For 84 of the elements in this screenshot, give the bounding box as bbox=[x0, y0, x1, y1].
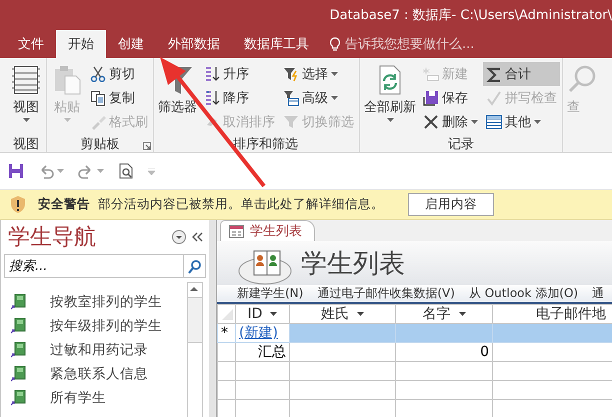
caret-icon bbox=[386, 118, 394, 122]
caret-icon bbox=[64, 118, 70, 122]
navigation-item[interactable]: 所有学生 bbox=[1, 386, 187, 410]
funnel-table-icon bbox=[283, 90, 299, 106]
print-preview-icon[interactable] bbox=[118, 163, 134, 179]
group-label: 视图 bbox=[13, 136, 39, 152]
enable-content-button[interactable]: 启用内容 bbox=[408, 193, 494, 216]
new-record-link[interactable]: (新建) bbox=[236, 324, 290, 342]
caret-icon bbox=[97, 169, 104, 173]
funnel-lightning-icon bbox=[283, 66, 299, 82]
lightbulb-icon bbox=[329, 36, 341, 52]
caret-icon bbox=[57, 169, 64, 173]
action-link[interactable]: 通过电子邮件收集数据(V) bbox=[317, 285, 455, 302]
navigation-item[interactable]: 紧急联系人信息 bbox=[1, 362, 187, 386]
sigma-icon bbox=[486, 66, 502, 82]
form-shortcut-icon bbox=[11, 390, 26, 406]
form-shortcut-icon bbox=[11, 294, 26, 310]
column-header[interactable]: 姓氏 bbox=[290, 304, 396, 324]
ribbon-button[interactable]: 选择 bbox=[280, 62, 357, 86]
action-link[interactable]: 从 Outlook 添加(O) bbox=[468, 285, 578, 302]
group-label: 记录 bbox=[448, 136, 474, 152]
navigation-item[interactable]: 按教室排列的学生 bbox=[1, 290, 187, 314]
search-field[interactable]: 搜索... bbox=[4, 254, 184, 278]
copy-icon bbox=[90, 90, 106, 106]
warning-title: 安全警告 bbox=[38, 196, 90, 213]
scrollbar[interactable] bbox=[187, 282, 203, 417]
group-label: 剪贴板 bbox=[80, 136, 120, 152]
delete-x-icon bbox=[423, 114, 439, 130]
table-icon bbox=[486, 114, 502, 130]
ribbon-large-button[interactable]: 视图 bbox=[8, 62, 44, 136]
total-cell: 汇总 bbox=[236, 342, 290, 362]
ribbon-button[interactable]: 升序 bbox=[201, 62, 278, 86]
ribbon-button[interactable]: 合计 bbox=[483, 62, 560, 86]
caret-icon bbox=[331, 72, 338, 76]
shield-warning-icon bbox=[10, 195, 26, 214]
dropdown-circle-icon[interactable] bbox=[172, 230, 186, 244]
ribbon-button[interactable]: 剪切 bbox=[87, 62, 151, 86]
window-title: Database7 : 数据库- C:\Users\Administrator\ bbox=[330, 7, 612, 24]
form-shortcut-icon bbox=[11, 342, 26, 358]
navigation-title: 学生导航 bbox=[8, 224, 97, 252]
column-header[interactable]: 电子邮件地 bbox=[492, 304, 612, 324]
ribbon-large-button[interactable]: 全部刷新 bbox=[362, 62, 418, 136]
caret-icon bbox=[534, 120, 541, 124]
sort-descending-icon bbox=[204, 90, 220, 106]
search-icon[interactable] bbox=[187, 258, 202, 274]
column-header[interactable]: 名字 bbox=[396, 304, 492, 324]
navigation-item[interactable]: 按年级排列的学生 bbox=[1, 314, 187, 338]
column-header[interactable]: ID bbox=[236, 304, 290, 324]
select-all-corner-icon bbox=[221, 308, 234, 320]
scissors-icon bbox=[90, 66, 106, 82]
ribbon-button[interactable]: 保存 bbox=[420, 86, 481, 110]
navigation-item[interactable]: 过敏和用药记录 bbox=[1, 338, 187, 362]
ribbon-button[interactable]: 删除 bbox=[420, 110, 481, 134]
new-record-marker: * bbox=[218, 324, 236, 342]
warning-message[interactable]: 部分活动内容已被禁用。单击此处了解详细信息。 bbox=[98, 196, 384, 213]
ribbon-tab[interactable]: 外部数据 bbox=[156, 30, 232, 58]
ribbon-tab[interactable]: 创建 bbox=[106, 30, 156, 58]
ribbon-button[interactable]: 复制 bbox=[87, 86, 151, 110]
ribbon-tab[interactable]: 文件 bbox=[6, 30, 56, 58]
funnel-icon bbox=[283, 114, 299, 130]
dialog-launcher-icon[interactable] bbox=[143, 142, 151, 150]
new-record-icon bbox=[423, 66, 439, 82]
form-icon bbox=[229, 224, 244, 238]
ribbon-button[interactable]: 高级 bbox=[280, 86, 357, 110]
caret-icon bbox=[22, 118, 30, 122]
action-link[interactable]: 通 bbox=[592, 285, 604, 302]
ribbon-button[interactable]: 降序 bbox=[201, 86, 278, 110]
form-title: 学生列表 bbox=[301, 248, 405, 280]
action-link[interactable]: 新建学生(N) bbox=[237, 285, 304, 302]
ribbon-button[interactable]: 其他 bbox=[483, 110, 560, 134]
caret-icon bbox=[331, 96, 338, 100]
checkmark-icon bbox=[486, 90, 502, 106]
paintbrush-icon bbox=[90, 114, 106, 130]
ribbon-tab[interactable]: 开始 bbox=[56, 30, 106, 58]
document-tab[interactable]: 学生列表 bbox=[220, 220, 315, 241]
form-shortcut-icon bbox=[11, 366, 26, 382]
tell-me-field[interactable]: 告诉我您想要做什么... bbox=[329, 30, 474, 58]
collapse-icon[interactable] bbox=[192, 232, 203, 242]
ribbon-tab[interactable]: 数据库工具 bbox=[232, 30, 321, 58]
total-cell: 0 bbox=[396, 342, 492, 362]
form-shortcut-icon bbox=[11, 318, 26, 334]
sort-ascending-icon bbox=[204, 66, 220, 82]
caret-icon bbox=[471, 120, 478, 124]
view-grid-icon bbox=[10, 64, 42, 96]
